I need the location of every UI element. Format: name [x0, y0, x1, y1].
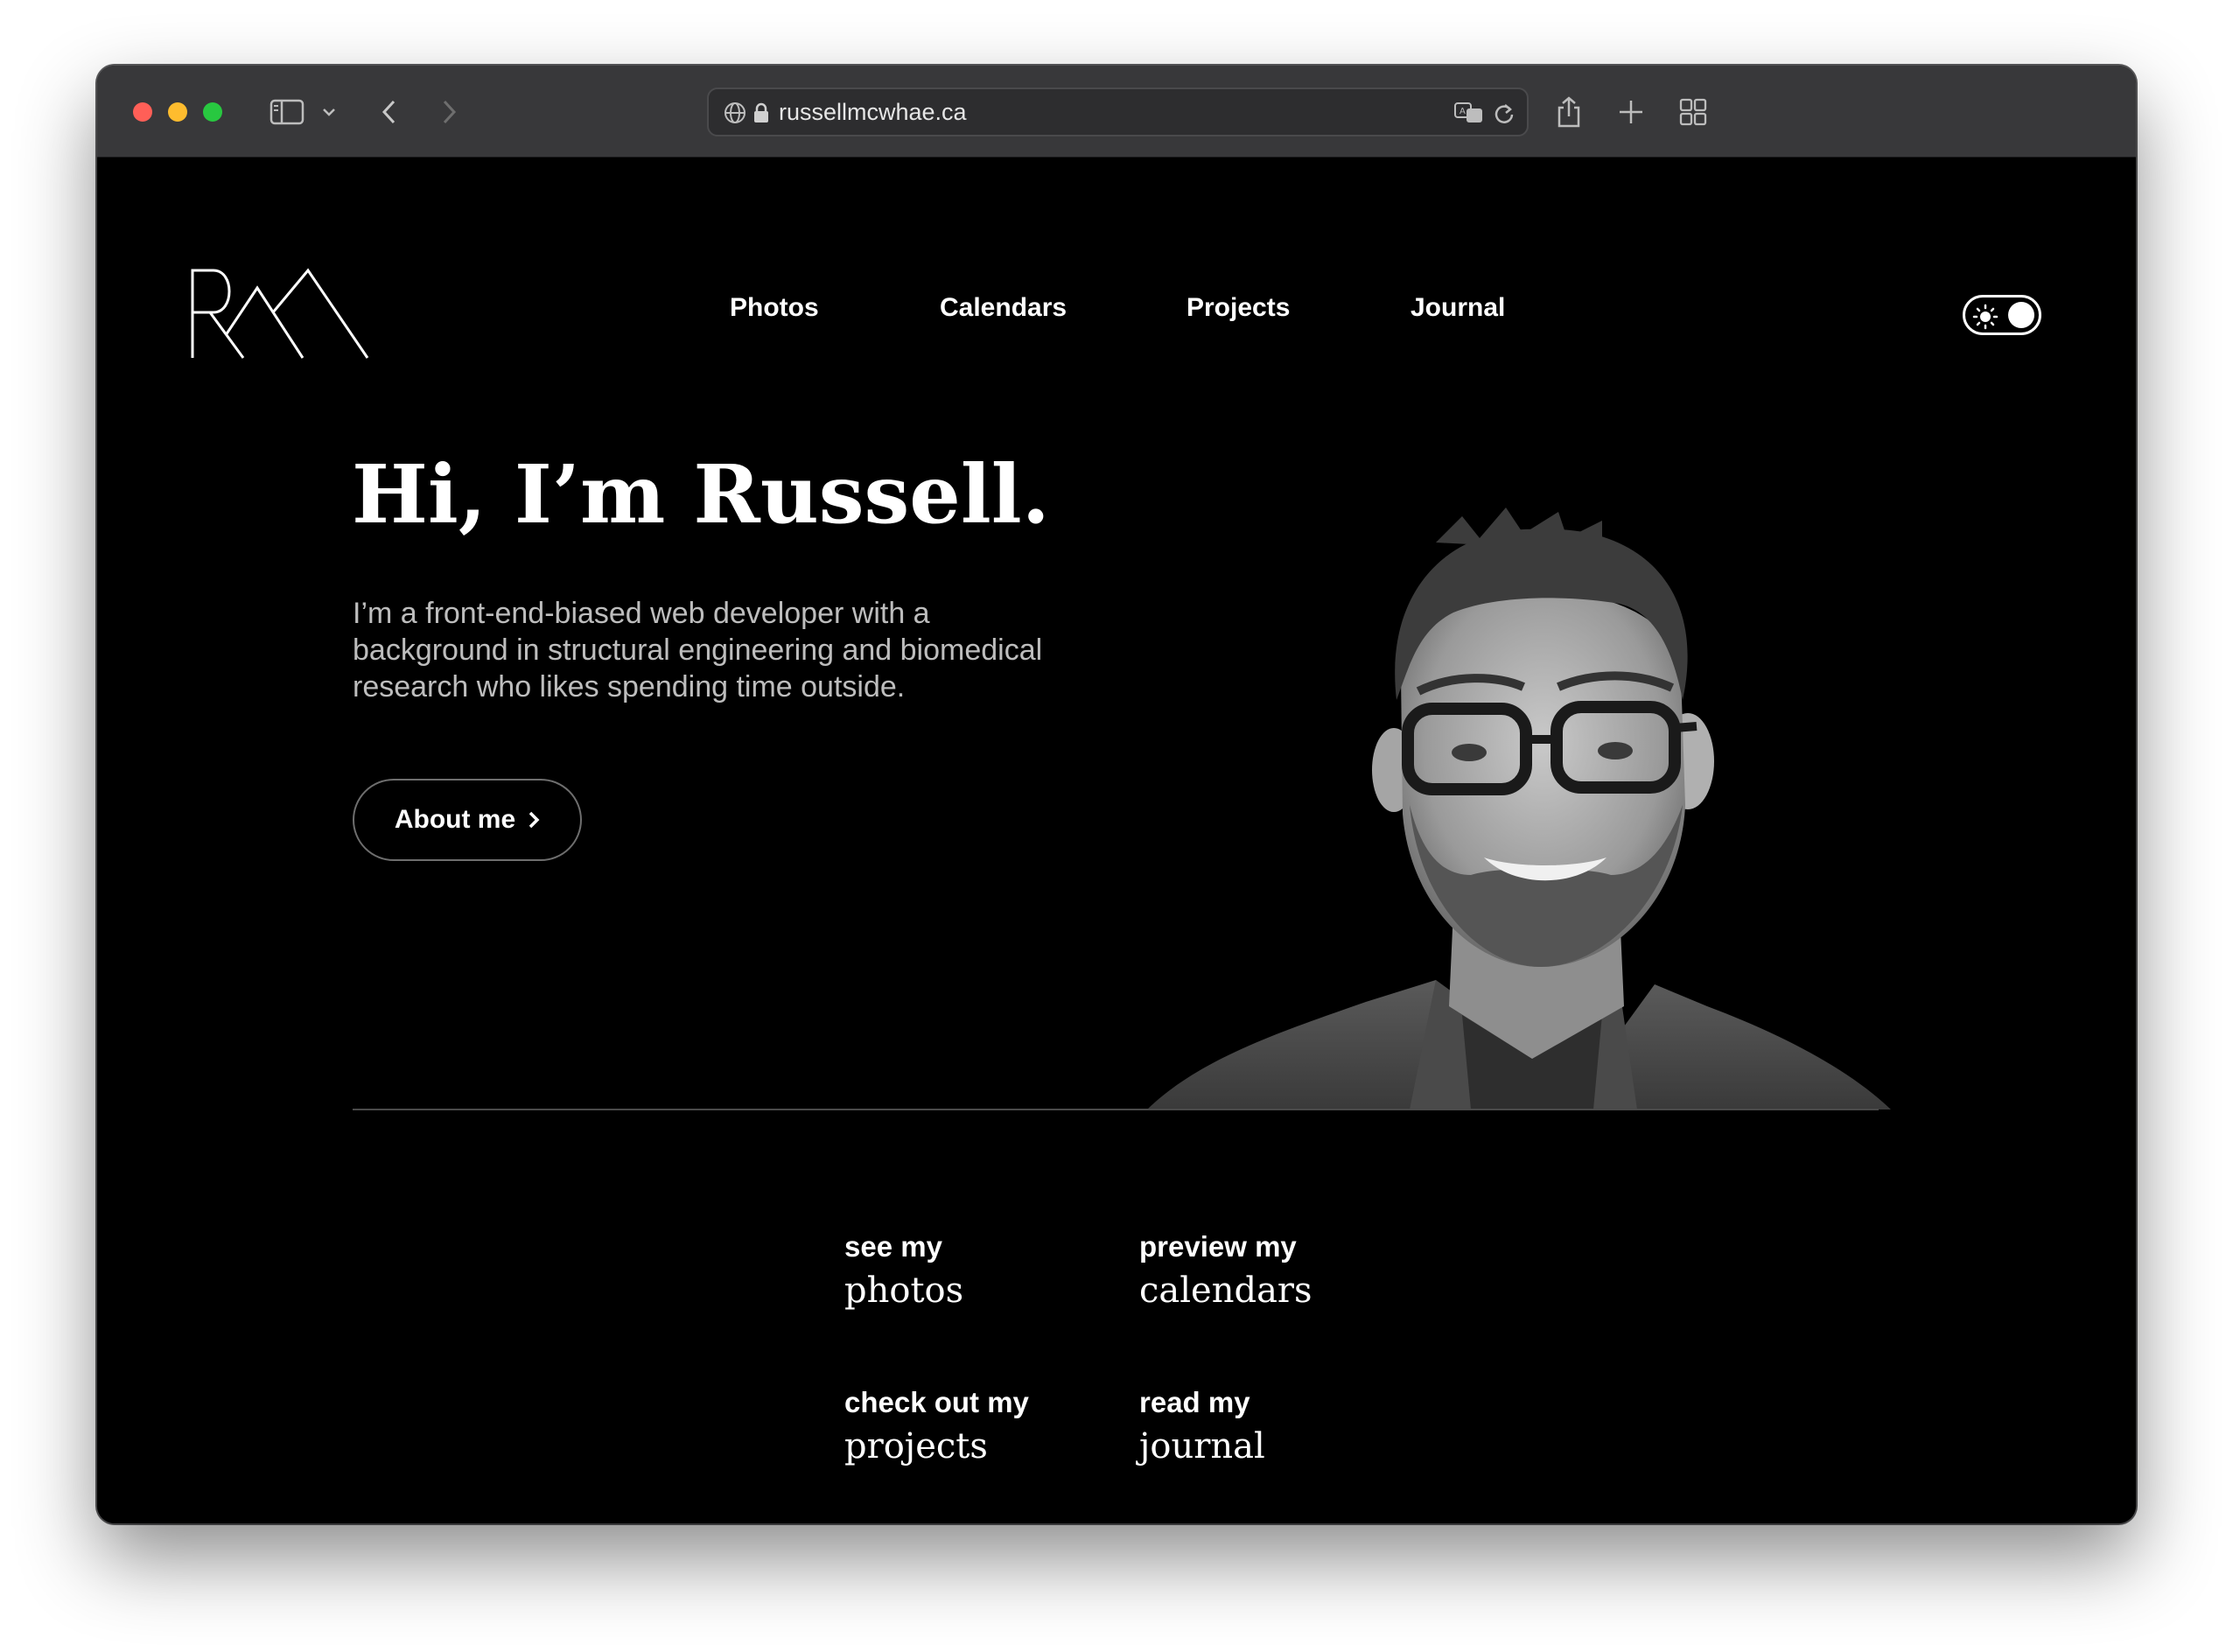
card-kicker: read my	[1139, 1386, 1250, 1418]
reload-icon[interactable]	[1491, 93, 1517, 133]
close-window-button[interactable]	[133, 102, 152, 122]
nav-journal[interactable]: Journal	[1410, 293, 1505, 323]
hero-title: Hi, I’m Russell.	[352, 447, 1050, 542]
address-bar[interactable]: russellmcwhae.ca A	[707, 88, 1529, 136]
translate-icon[interactable]: A	[1452, 93, 1487, 133]
card-title: projects	[844, 1426, 988, 1466]
back-icon[interactable]	[375, 92, 402, 132]
chevron-right-icon	[528, 811, 540, 829]
main-nav: Photos Calendars Projects Journal	[97, 293, 2136, 337]
section-divider	[353, 1109, 1879, 1110]
card-kicker: see my	[844, 1230, 942, 1263]
share-icon[interactable]	[1553, 92, 1585, 132]
portrait-photo	[1147, 508, 1891, 1110]
card-calendars[interactable]: preview my calendars	[1139, 1229, 1419, 1317]
tab-overview-icon[interactable]	[1677, 92, 1709, 132]
theme-toggle[interactable]	[1963, 295, 2041, 335]
minimize-window-button[interactable]	[168, 102, 187, 122]
nav-projects[interactable]: Projects	[1186, 293, 1290, 323]
sun-icon	[1972, 304, 1998, 330]
nav-calendars[interactable]: Calendars	[940, 293, 1067, 323]
url-text: russellmcwhae.ca	[779, 99, 967, 125]
toggle-knob	[2008, 302, 2034, 328]
card-journal[interactable]: read my journal	[1139, 1385, 1419, 1473]
hero-description: I’m a front-end-biased web developer wit…	[353, 597, 1043, 704]
new-tab-icon[interactable]	[1615, 92, 1647, 132]
lock-icon	[751, 93, 772, 133]
card-photos[interactable]: see my photos	[844, 1229, 1124, 1317]
about-me-button[interactable]: About me	[353, 779, 582, 861]
card-kicker: preview my	[1139, 1230, 1297, 1263]
card-title: journal	[1139, 1426, 1265, 1466]
nav-photos[interactable]: Photos	[730, 293, 819, 323]
about-me-label: About me	[394, 805, 516, 834]
card-title: photos	[844, 1270, 964, 1311]
forward-icon[interactable]	[437, 92, 463, 132]
card-projects[interactable]: check out my projects	[844, 1385, 1124, 1473]
svg-text:A: A	[1460, 107, 1466, 116]
sidebar-icon[interactable]	[268, 92, 306, 132]
browser-window: russellmcwhae.ca A Photos Calendars Proj…	[97, 66, 2136, 1523]
globe-icon	[721, 93, 749, 133]
card-title: calendars	[1139, 1270, 1312, 1311]
card-kicker: check out my	[844, 1386, 1029, 1418]
browser-toolbar: russellmcwhae.ca A	[97, 66, 2136, 158]
chevron-down-icon[interactable]	[318, 92, 340, 132]
zoom-window-button[interactable]	[203, 102, 222, 122]
webpage: Photos Calendars Projects Journal Hi, I’…	[97, 158, 2136, 1523]
